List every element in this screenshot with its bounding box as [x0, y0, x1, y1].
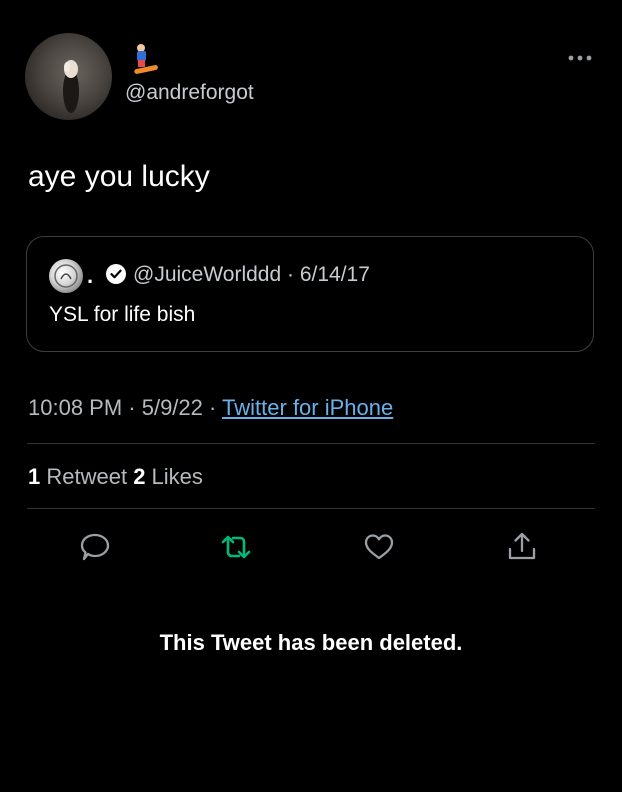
- engagement-stats: 1 Retweet 2 Likes: [28, 464, 203, 490]
- tweet-timestamp: 10:08 PM · 5/9/22 · Twitter for iPhone: [28, 395, 393, 421]
- verified-icon: [106, 264, 126, 284]
- snowboarder-icon: [134, 44, 158, 74]
- quote-text: YSL for life bish: [49, 303, 196, 326]
- avatar-photo: [63, 60, 79, 113]
- quote-name-separator: .: [87, 263, 94, 288]
- author-handle[interactable]: @andreforgot: [125, 81, 254, 105]
- source-link[interactable]: Twitter for iPhone: [222, 395, 393, 420]
- retweet-label[interactable]: Retweet: [40, 464, 133, 489]
- reply-icon[interactable]: [78, 530, 112, 564]
- quote-avatar: [49, 259, 83, 293]
- share-icon[interactable]: [505, 530, 539, 564]
- quoted-tweet[interactable]: . @JuiceWorlddd · 6/14/17 YSL for life b…: [26, 236, 594, 352]
- retweet-icon[interactable]: [219, 530, 253, 564]
- quote-meta: @JuiceWorlddd · 6/14/17: [133, 263, 370, 286]
- like-label[interactable]: Likes: [145, 464, 203, 489]
- timestamp-text: 10:08 PM · 5/9/22 ·: [28, 395, 223, 420]
- divider: [27, 508, 595, 509]
- tweet-text: aye you lucky: [28, 160, 210, 193]
- more-icon[interactable]: [566, 52, 594, 64]
- divider: [27, 443, 595, 444]
- deleted-notice: This Tweet has been deleted.: [159, 630, 463, 655]
- like-count[interactable]: 2: [133, 464, 145, 489]
- like-icon[interactable]: [362, 530, 396, 564]
- avatar[interactable]: [25, 33, 112, 120]
- retweet-count[interactable]: 1: [28, 464, 40, 489]
